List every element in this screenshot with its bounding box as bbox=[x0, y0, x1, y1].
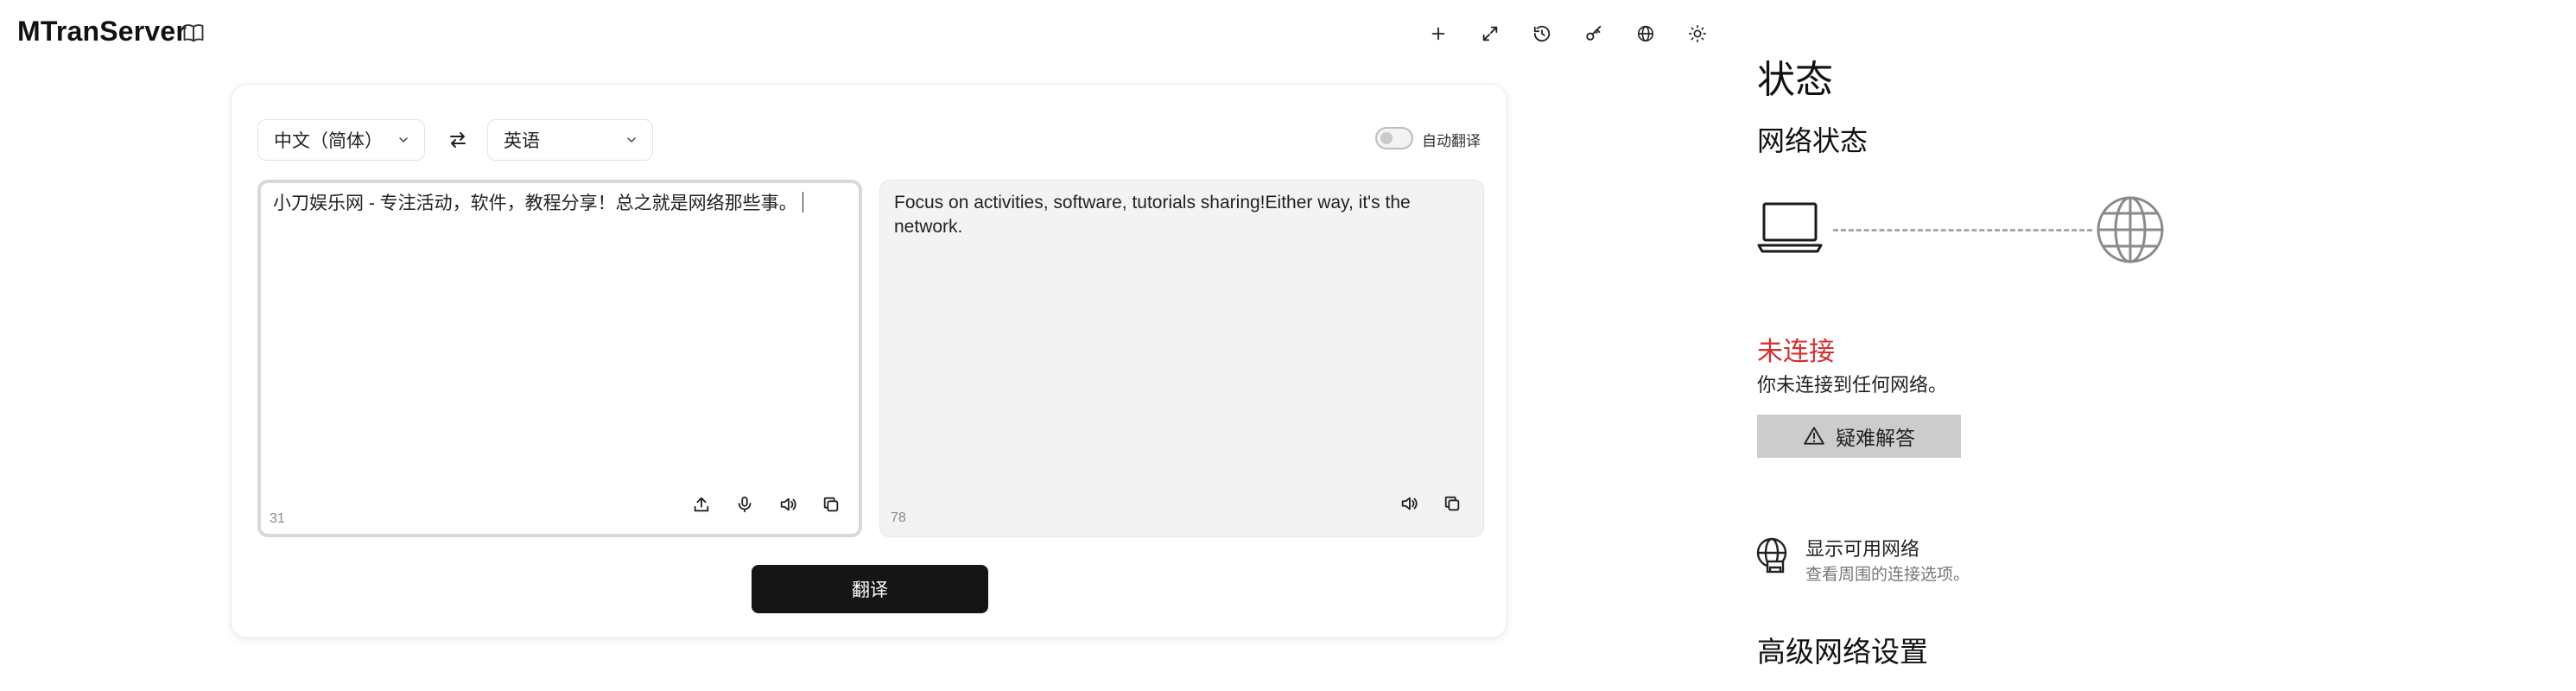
advanced-network-heading: 高级网络设置 bbox=[1757, 636, 1928, 668]
translator-card: 中文（简体） 英语 自动翻译 小刀娱乐网 - 专注活动，软件，教程分享！总之就是… bbox=[232, 85, 1507, 637]
auto-translate-label: 自动翻译 bbox=[1422, 133, 1481, 149]
chevron-down-icon bbox=[625, 133, 638, 147]
target-char-count: 78 bbox=[891, 510, 906, 525]
source-text-area[interactable]: 小刀娱乐网 - 专注活动，软件，教程分享！总之就是网络那些事。 31 bbox=[257, 180, 862, 537]
connection-description: 你未连接到任何网络。 bbox=[1757, 374, 1948, 396]
copy-icon[interactable] bbox=[1437, 488, 1468, 519]
status-title: 状态 bbox=[1757, 59, 1833, 101]
source-char-count: 31 bbox=[270, 511, 285, 526]
globe-icon bbox=[2096, 195, 2165, 264]
warning-icon bbox=[1803, 425, 1825, 447]
app-title: MTranServer bbox=[17, 16, 187, 47]
show-networks-title: 显示可用网络 bbox=[1805, 538, 1920, 560]
troubleshoot-label: 疑难解答 bbox=[1836, 427, 1915, 449]
connection-line bbox=[1833, 229, 2092, 231]
target-text: Focus on activities, software, tutorials… bbox=[894, 193, 1416, 237]
target-text-area[interactable]: Focus on activities, software, tutorials… bbox=[879, 180, 1484, 537]
globe-icon[interactable] bbox=[1631, 19, 1660, 48]
history-icon[interactable] bbox=[1527, 19, 1557, 48]
connection-status: 未连接 bbox=[1757, 338, 1835, 366]
swap-languages-icon[interactable] bbox=[442, 124, 473, 155]
auto-translate-toggle[interactable] bbox=[1375, 127, 1413, 149]
source-language-label: 中文（简体） bbox=[274, 131, 383, 151]
network-status-heading: 网络状态 bbox=[1757, 125, 1869, 156]
speaker-icon[interactable] bbox=[772, 489, 803, 520]
translate-button[interactable]: 翻译 bbox=[752, 565, 988, 613]
copy-icon[interactable] bbox=[815, 489, 847, 520]
laptop-icon bbox=[1755, 200, 1824, 254]
show-available-networks[interactable]: 显示可用网络 查看周围的连接选项。 bbox=[1755, 530, 2032, 587]
toggle-knob bbox=[1380, 132, 1393, 144]
plus-icon[interactable] bbox=[1424, 19, 1453, 48]
source-language-select[interactable]: 中文（简体） bbox=[257, 119, 425, 161]
source-text: 小刀娱乐网 - 专注活动，软件，教程分享！总之就是网络那些事。 bbox=[273, 193, 797, 213]
show-networks-subtitle: 查看周围的连接选项。 bbox=[1805, 566, 1970, 584]
upload-icon[interactable] bbox=[686, 489, 717, 520]
microphone-icon[interactable] bbox=[729, 489, 760, 520]
chevron-down-icon bbox=[397, 133, 410, 147]
book-icon[interactable] bbox=[181, 21, 206, 45]
key-icon[interactable] bbox=[1579, 19, 1608, 48]
sun-icon[interactable] bbox=[1683, 19, 1712, 48]
network-globe-icon bbox=[1755, 537, 1790, 575]
speaker-icon[interactable] bbox=[1393, 488, 1424, 519]
expand-icon[interactable] bbox=[1475, 19, 1505, 48]
target-language-select[interactable]: 英语 bbox=[487, 119, 653, 161]
troubleshoot-button[interactable]: 疑难解答 bbox=[1757, 415, 1961, 458]
target-language-label: 英语 bbox=[504, 131, 540, 151]
